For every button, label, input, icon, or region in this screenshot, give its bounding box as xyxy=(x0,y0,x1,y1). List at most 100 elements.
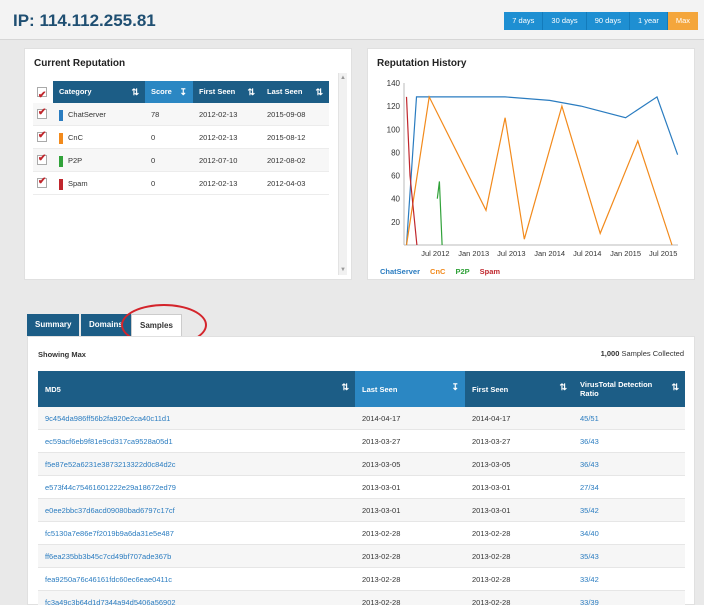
table-row: ff6ea235bb3b45c7cd49bf707ade367b 2013-02… xyxy=(38,545,685,568)
detection-ratio-link[interactable]: 33/39 xyxy=(573,591,599,605)
last-seen-cell: 2015-09-08 xyxy=(267,110,306,119)
column-score[interactable]: Score ↧ xyxy=(145,81,193,103)
column-last-seen[interactable]: Last Seen ↧ xyxy=(355,371,465,407)
category-label: CnC xyxy=(68,133,84,142)
sort-icon[interactable]: ⇅ xyxy=(559,382,567,393)
column-md5[interactable]: MD5 ⇅ xyxy=(38,371,355,407)
score-cell: 0 xyxy=(151,156,156,165)
legend-spam[interactable]: Spam xyxy=(480,267,500,276)
first-seen-cell: 2013-03-01 xyxy=(472,483,511,492)
category-label: P2P xyxy=(68,156,83,165)
sort-icon[interactable]: ⇅ xyxy=(341,382,349,393)
range-1-year-button[interactable]: 1 year xyxy=(629,12,668,30)
table-row: e573f44c75461601222e29a18672ed79 2013-03… xyxy=(38,476,685,499)
md5-link[interactable]: ff6ea235bb3b45c7cd49bf707ade367b xyxy=(38,545,171,568)
select-all-checkbox[interactable] xyxy=(37,85,47,107)
category-cell: ChatServer xyxy=(53,103,106,126)
md5-link[interactable]: e573f44c75461601222e29a18672ed79 xyxy=(38,476,176,499)
detection-ratio-link[interactable]: 34/40 xyxy=(573,522,599,545)
last-seen-cell: 2015-08-12 xyxy=(267,133,306,142)
first-seen-cell: 2013-03-05 xyxy=(472,460,511,469)
chart-legend: ChatServer CnC P2P Spam xyxy=(380,267,500,276)
table-row: e0ee2bbc37d6acd09080bad6797c17cf 2013-03… xyxy=(38,499,685,522)
score-cell: 78 xyxy=(151,110,160,119)
legend-cnc[interactable]: CnC xyxy=(430,267,445,276)
category-label: Spam xyxy=(68,179,88,188)
chatserver-swatch xyxy=(59,109,63,121)
reputation-history-chart: 140 120 100 80 60 40 20 Jul 2012 Jan 2013 Jul 201… xyxy=(387,79,679,258)
column-category[interactable]: Category ⇅ xyxy=(53,81,145,103)
md5-link[interactable]: f5e87e52a6231e3873213322d0c84d2c xyxy=(38,453,176,476)
table-row: P2P 0 2012-07-10 2012-08-02 xyxy=(33,149,329,172)
reputation-history-panel: Reputation History 140 120 100 80 60 40 20 Jul … xyxy=(367,48,695,280)
detection-ratio-link[interactable]: 36/43 xyxy=(573,453,599,476)
column-first-seen-label: First Seen xyxy=(472,384,509,394)
detection-ratio-link[interactable]: 36/43 xyxy=(573,430,599,453)
table-row: fea9250a76c46161fdc60ec6eae0411c 2013-02… xyxy=(38,568,685,591)
last-seen-cell: 2013-02-28 xyxy=(362,552,401,561)
range-7-days-button[interactable]: 7 days xyxy=(504,12,544,30)
sort-desc-icon[interactable]: ↧ xyxy=(179,81,187,103)
x-tick-label: Jul 2014 xyxy=(573,249,601,258)
md5-link[interactable]: fc5130a7e86e7f2019b9a6da31e5e487 xyxy=(38,522,174,545)
page-title: IP: 114.112.255.81 xyxy=(13,11,156,30)
x-tick-label: Jul 2015 xyxy=(649,249,677,258)
series-line-chatserver xyxy=(405,95,679,246)
page-header: IP: 114.112.255.81 7 days 30 days 90 day… xyxy=(0,0,704,40)
row-checkbox[interactable] xyxy=(37,153,47,165)
range-30-days-button[interactable]: 30 days xyxy=(543,12,587,30)
reputation-table: Category ⇅ Score ↧ First Seen ⇅ Last See… xyxy=(33,81,329,197)
category-label: ChatServer xyxy=(68,110,106,119)
range-max-button[interactable]: Max xyxy=(667,12,698,30)
x-tick-label: Jan 2015 xyxy=(610,249,641,258)
legend-p2p[interactable]: P2P xyxy=(455,267,469,276)
row-checkbox[interactable] xyxy=(37,107,47,119)
sort-icon[interactable]: ⇅ xyxy=(315,81,323,103)
first-seen-cell: 2012-02-13 xyxy=(199,133,238,142)
series-line-p2p xyxy=(436,181,443,246)
detection-ratio-link[interactable]: 27/34 xyxy=(573,476,599,499)
row-checkbox[interactable] xyxy=(37,176,47,188)
select-all-cell[interactable] xyxy=(33,81,53,107)
detection-ratio-link[interactable]: 35/42 xyxy=(573,499,599,522)
sort-icon[interactable]: ⇅ xyxy=(247,81,255,103)
last-seen-cell: 2013-03-27 xyxy=(362,437,401,446)
reputation-scrollbar[interactable]: ▲ ▼ xyxy=(338,73,347,275)
samples-count-label: Samples Collected xyxy=(621,349,684,358)
md5-link[interactable]: 9c454da986ff56b2fa920e2ca40c11d1 xyxy=(38,407,170,430)
md5-link[interactable]: fc3a49c3b64d1d7344a94d5406a56902 xyxy=(38,591,176,605)
sort-desc-icon[interactable]: ↧ xyxy=(451,382,459,393)
y-tick-label: 40 xyxy=(391,195,400,204)
column-first-seen[interactable]: First Seen ⇅ xyxy=(193,81,261,103)
scroll-down-icon[interactable]: ▼ xyxy=(340,267,346,273)
table-row: CnC 0 2012-02-13 2015-08-12 xyxy=(33,126,329,149)
column-score-label: Score xyxy=(151,87,172,96)
samples-table-header: MD5 ⇅ Last Seen ↧ First Seen ⇅ VirusTota… xyxy=(38,371,685,407)
detection-ratio-link[interactable]: 45/51 xyxy=(573,407,599,430)
last-seen-cell: 2013-03-05 xyxy=(362,460,401,469)
sort-icon[interactable]: ⇅ xyxy=(131,81,139,103)
scroll-up-icon[interactable]: ▲ xyxy=(340,75,346,81)
md5-link[interactable]: e0ee2bbc37d6acd09080bad6797c17cf xyxy=(38,499,175,522)
column-last-seen[interactable]: Last Seen ⇅ xyxy=(261,81,329,103)
detection-ratio-link[interactable]: 33/42 xyxy=(573,568,599,591)
table-row: Spam 0 2012-02-13 2012-04-03 xyxy=(33,172,329,195)
row-checkbox[interactable] xyxy=(37,130,47,142)
column-md5-label: MD5 xyxy=(45,384,61,394)
column-first-seen[interactable]: First Seen ⇅ xyxy=(465,371,573,407)
md5-link[interactable]: fea9250a76c46161fdc60ec6eae0411c xyxy=(38,568,172,591)
current-reputation-title: Current Reputation xyxy=(34,58,126,69)
sort-icon[interactable]: ⇅ xyxy=(671,382,679,393)
x-tick-label: Jul 2013 xyxy=(497,249,525,258)
column-virustotal-ratio[interactable]: VirusTotal Detection Ratio ⇅ xyxy=(573,371,685,407)
tab-summary[interactable]: Summary xyxy=(27,314,80,336)
range-90-days-button[interactable]: 90 days xyxy=(586,12,630,30)
samples-collected: 1,000 Samples Collected xyxy=(601,349,684,358)
last-seen-cell: 2013-02-28 xyxy=(362,575,401,584)
legend-chatserver[interactable]: ChatServer xyxy=(380,267,420,276)
y-tick-label: 60 xyxy=(391,172,400,181)
category-cell: P2P xyxy=(53,149,82,172)
detection-ratio-link[interactable]: 35/43 xyxy=(573,545,599,568)
first-seen-cell: 2013-03-01 xyxy=(472,506,511,515)
md5-link[interactable]: ec59acf6eb9f81e9cd317ca9528a05d1 xyxy=(38,430,173,453)
